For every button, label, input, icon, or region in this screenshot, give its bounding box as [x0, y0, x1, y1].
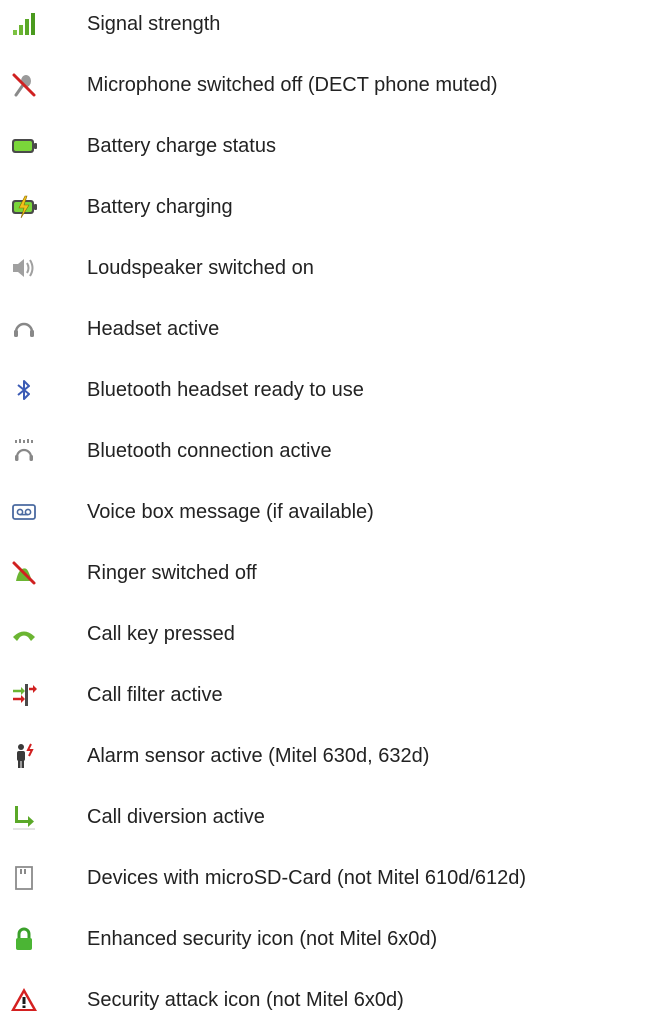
alarm-sensor-icon: [10, 742, 38, 770]
legend-label: Enhanced security icon (not Mitel 6x0d): [87, 928, 438, 950]
battery-charging-icon: [10, 193, 38, 221]
legend-label: Alarm sensor active (Mitel 630d, 632d): [87, 745, 430, 767]
legend-label: Battery charging: [87, 196, 233, 218]
legend-row: Ringer switched off: [0, 557, 672, 597]
battery-icon: [10, 132, 38, 160]
voicebox-icon: [10, 498, 38, 526]
legend-label: Voice box message (if available): [87, 501, 374, 523]
microsd-card-icon: [10, 864, 38, 892]
legend-row: Bluetooth headset ready to use: [0, 374, 672, 414]
legend-row: Call filter active: [0, 679, 672, 719]
legend-row: Devices with microSD-Card (not Mitel 610…: [0, 862, 672, 902]
bluetooth-connection-icon: [10, 437, 38, 465]
legend-label: Loudspeaker switched on: [87, 257, 314, 279]
legend-label: Bluetooth headset ready to use: [87, 379, 364, 401]
legend-label: Battery charge status: [87, 135, 276, 157]
legend-label: Call filter active: [87, 684, 223, 706]
legend-label: Call diversion active: [87, 806, 265, 828]
call-filter-icon: [10, 681, 38, 709]
legend-label: Headset active: [87, 318, 220, 340]
ringer-off-icon: [10, 559, 38, 587]
legend-row: Alarm sensor active (Mitel 630d, 632d): [0, 740, 672, 780]
microphone-off-icon: [10, 71, 38, 99]
legend-label: Security attack icon (not Mitel 6x0d): [87, 989, 404, 1011]
legend-row: Call diversion active: [0, 801, 672, 841]
legend-row: Battery charge status: [0, 130, 672, 170]
legend-label: Call key pressed: [87, 623, 235, 645]
lock-icon: [10, 925, 38, 953]
legend-row: Signal strength: [0, 8, 672, 48]
legend-row: Call key pressed: [0, 618, 672, 658]
legend-label: Signal strength: [87, 13, 221, 35]
legend-row: Headset active: [0, 313, 672, 353]
legend-label: Bluetooth connection active: [87, 440, 332, 462]
headset-icon: [10, 315, 38, 343]
loudspeaker-icon: [10, 254, 38, 282]
call-diversion-icon: [10, 803, 38, 831]
call-key-icon: [10, 620, 38, 648]
legend-row: Loudspeaker switched on: [0, 252, 672, 292]
legend-label: Microphone switched off (DECT phone mute…: [87, 74, 498, 96]
legend-row: Bluetooth connection active: [0, 435, 672, 475]
legend-label: Ringer switched off: [87, 562, 257, 584]
legend-row: Security attack icon (not Mitel 6x0d): [0, 984, 672, 1024]
warning-icon: [10, 986, 38, 1014]
legend-row: Voice box message (if available): [0, 496, 672, 536]
signal-strength-icon: [10, 10, 38, 38]
legend-row: Battery charging: [0, 191, 672, 231]
legend-row: Microphone switched off (DECT phone mute…: [0, 69, 672, 109]
legend-label: Devices with microSD-Card (not Mitel 610…: [87, 867, 527, 889]
bluetooth-icon: [10, 376, 38, 404]
legend-row: Enhanced security icon (not Mitel 6x0d): [0, 923, 672, 963]
icon-legend-list: Signal strength Microphone switched off …: [0, 0, 672, 1026]
